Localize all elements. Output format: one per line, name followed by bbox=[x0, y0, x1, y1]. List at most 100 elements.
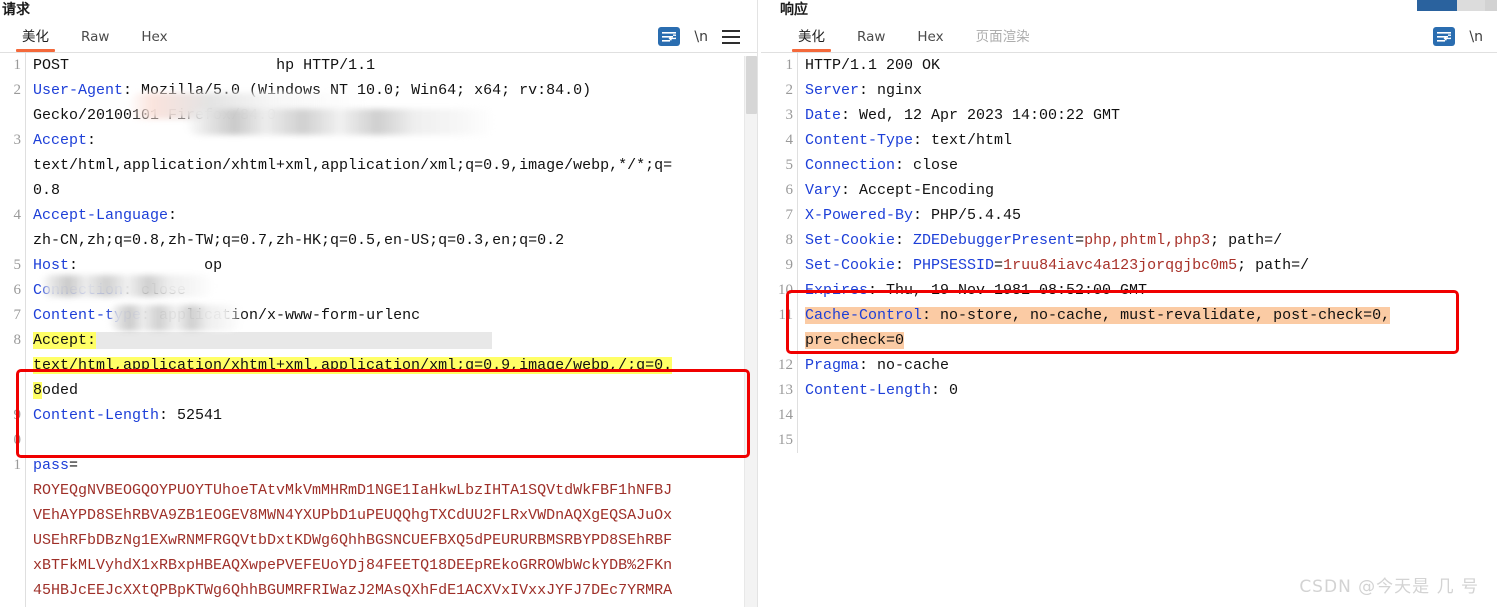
request-code-line: Connection: close bbox=[33, 278, 760, 303]
code-segment: : no-store, no-cache, must-revalidate, p… bbox=[922, 307, 1391, 324]
code-segment: : bbox=[168, 207, 178, 224]
request-tab-2[interactable]: Hex bbox=[125, 29, 183, 52]
code-segment: : Accept-Encoding bbox=[841, 182, 995, 199]
tab-label: Hex bbox=[917, 29, 944, 45]
response-code-line: Vary: Accept-Encoding bbox=[805, 178, 1497, 203]
response-line-number: 14 bbox=[778, 407, 793, 423]
request-line-number: 8 bbox=[13, 332, 22, 348]
request-line-number bbox=[0, 553, 21, 578]
code-segment: = bbox=[994, 257, 1004, 274]
word-wrap-icon[interactable] bbox=[658, 27, 681, 46]
request-line-number bbox=[0, 578, 21, 603]
panel-divider[interactable] bbox=[757, 0, 761, 607]
request-line-number bbox=[0, 228, 21, 253]
code-segment: : text/html bbox=[913, 132, 1013, 149]
request-code: 12 3 4 5678 901 POST hp HTTP/1.1 User-Age… bbox=[0, 53, 760, 607]
code-segment: : application/x-www-form-urlenc bbox=[141, 307, 421, 324]
request-tab-1[interactable]: Raw bbox=[65, 29, 125, 52]
code-segment: text/html,application/xhtml+xml,applicat… bbox=[33, 357, 673, 374]
code-segment: = bbox=[1075, 232, 1085, 249]
request-tab-actions: \n bbox=[658, 27, 760, 52]
code-segment: Accept-Language bbox=[33, 207, 169, 224]
split-panels: 请求 美化 Raw Hex \n 12 3 4 567 8 9 0 1 POST… bbox=[0, 0, 1497, 607]
code-segment: hp HTTP/1.1 bbox=[276, 57, 376, 74]
tab-label: 页面渲染 bbox=[975, 29, 1030, 45]
csdn-watermark: CSDN @今天是 几 号 bbox=[1299, 577, 1479, 597]
response-code-line: Server: nginx bbox=[805, 78, 1497, 103]
request-code-line: pass= bbox=[33, 453, 760, 478]
code-segment bbox=[96, 332, 493, 349]
code-segment: : close bbox=[895, 157, 959, 174]
response-code-line: Content-Length: 0 bbox=[805, 378, 1497, 403]
response-tab-2[interactable]: Hex bbox=[901, 29, 959, 52]
request-line-number: 1 bbox=[13, 457, 22, 473]
response-line-number: 5 bbox=[785, 157, 794, 173]
code-segment: oded bbox=[42, 382, 79, 399]
code-segment: User-Agent bbox=[33, 82, 124, 99]
menu-icon[interactable] bbox=[722, 29, 740, 44]
response-tab-0[interactable]: 美化 bbox=[782, 25, 841, 52]
code-segment: xBTFkMLVyhdX1xRBxpHBEAQXwpePVEFEUoYDj84F… bbox=[33, 557, 673, 574]
request-code-line: USEhRFbDBzNg1EXwRNMFRGQVtbDxtKDWg6QhhBGS… bbox=[33, 528, 760, 553]
request-code-line: Host: op bbox=[33, 253, 760, 278]
response-line-number: 10 bbox=[778, 282, 793, 298]
code-segment: : bbox=[895, 257, 914, 274]
response-code-line: HTTP/1.1 200 OK bbox=[805, 53, 1497, 78]
response-tab-actions: \n bbox=[1433, 27, 1497, 52]
response-line-number: 8 bbox=[785, 232, 794, 248]
code-segment: : Thu, 19 Nov 1981 08:52:00 GMT bbox=[868, 282, 1148, 299]
response-line-number: 1 bbox=[785, 57, 794, 73]
request-scrollbar-track[interactable] bbox=[744, 56, 758, 607]
code-segment: = bbox=[69, 457, 79, 474]
response-tab-1[interactable]: Raw bbox=[841, 29, 901, 52]
response-code-line: Expires: Thu, 19 Nov 1981 08:52:00 GMT bbox=[805, 278, 1497, 303]
request-code-line: Accept: bbox=[33, 128, 760, 153]
request-code-line: zh-CN,zh;q=0.8,zh-TW;q=0.7,zh-HK;q=0.5,e… bbox=[33, 228, 760, 253]
request-line-number: 9 bbox=[13, 407, 22, 423]
code-segment: HTTP/1.1 200 OK bbox=[805, 57, 941, 74]
code-segment: Accept bbox=[33, 132, 88, 149]
response-line-number: 9 bbox=[785, 257, 794, 273]
response-code-area[interactable]: 1 2 3 4 5 6 7 8 9 10 11 12 13 14 15 HTTP/1.1 200 OK Se… bbox=[760, 53, 1497, 607]
code-segment: X-Powered-By bbox=[805, 207, 914, 224]
response-code-line: Cache-Control: no-store, no-cache, must-… bbox=[805, 303, 1497, 328]
request-tab-0[interactable]: 美化 bbox=[6, 25, 65, 52]
request-line-number bbox=[0, 353, 21, 378]
response-code-line bbox=[805, 428, 1497, 453]
code-segment: : Mozilla/5.0 (Windows NT 10.0; Win64; x… bbox=[123, 82, 592, 99]
response-line-number: 3 bbox=[785, 107, 794, 123]
code-segment: : no-cache bbox=[859, 357, 950, 374]
request-code-line: ROYEQgNVBEOGQOYPUOYTUhoeTAtvMkVmMHRmD1NG… bbox=[33, 478, 760, 503]
code-segment: 1ruu84iavc4a123jorqgjbc0m5 bbox=[1003, 257, 1238, 274]
code-segment: zh-CN,zh;q=0.8,zh-TW;q=0.7,zh-HK;q=0.5,e… bbox=[33, 232, 565, 249]
request-code-line: 0.8 bbox=[33, 178, 760, 203]
request-line-number bbox=[0, 178, 21, 203]
request-tabbar: 美化 Raw Hex \n bbox=[0, 20, 760, 53]
word-wrap-icon[interactable] bbox=[1433, 27, 1456, 46]
code-segment: : nginx bbox=[859, 82, 923, 99]
code-segment: : bbox=[69, 257, 79, 274]
code-segment: USEhRFbDBzNg1EXwRNMFRGQVtbDxtKDWg6QhhBGS… bbox=[33, 532, 673, 549]
newline-toggle[interactable]: \n bbox=[1469, 29, 1483, 45]
response-line-number: 11 bbox=[778, 307, 793, 323]
code-segment: Set-Cookie bbox=[805, 232, 896, 249]
newline-toggle[interactable]: \n bbox=[694, 29, 708, 45]
code-segment: Content-type bbox=[33, 307, 142, 324]
request-line-number: 0 bbox=[13, 432, 22, 448]
request-line-number: 1 bbox=[13, 57, 22, 73]
request-line-number bbox=[0, 528, 21, 553]
request-line-number: 4 bbox=[13, 207, 22, 223]
response-tab-3[interactable]: 页面渲染 bbox=[960, 25, 1046, 52]
request-code-area[interactable]: 12 3 4 5678 901 POST hp HTTP/1.1 User-Age… bbox=[0, 53, 760, 607]
code-segment: Expires bbox=[805, 282, 869, 299]
request-line-number bbox=[0, 103, 21, 128]
response-line-number: 13 bbox=[778, 382, 793, 398]
code-segment: PHPSESSID bbox=[913, 257, 995, 274]
code-segment: : Wed, 12 Apr 2023 14:00:22 GMT bbox=[841, 107, 1121, 124]
response-line-numbers: 1 2 3 4 5 6 7 8 9 10 11 12 13 14 15 bbox=[772, 53, 798, 453]
request-code-line: User-Agent: Mozilla/5.0 (Windows NT 10.0… bbox=[33, 78, 760, 103]
response-tabs: 美化 Raw Hex 页面渲染 bbox=[760, 20, 1046, 52]
request-scrollbar-thumb[interactable] bbox=[746, 56, 757, 114]
request-code-line: VEhAYPD8SEhRBVA9ZB1EOGEV8MWN4YXUPbD1uPEU… bbox=[33, 503, 760, 528]
